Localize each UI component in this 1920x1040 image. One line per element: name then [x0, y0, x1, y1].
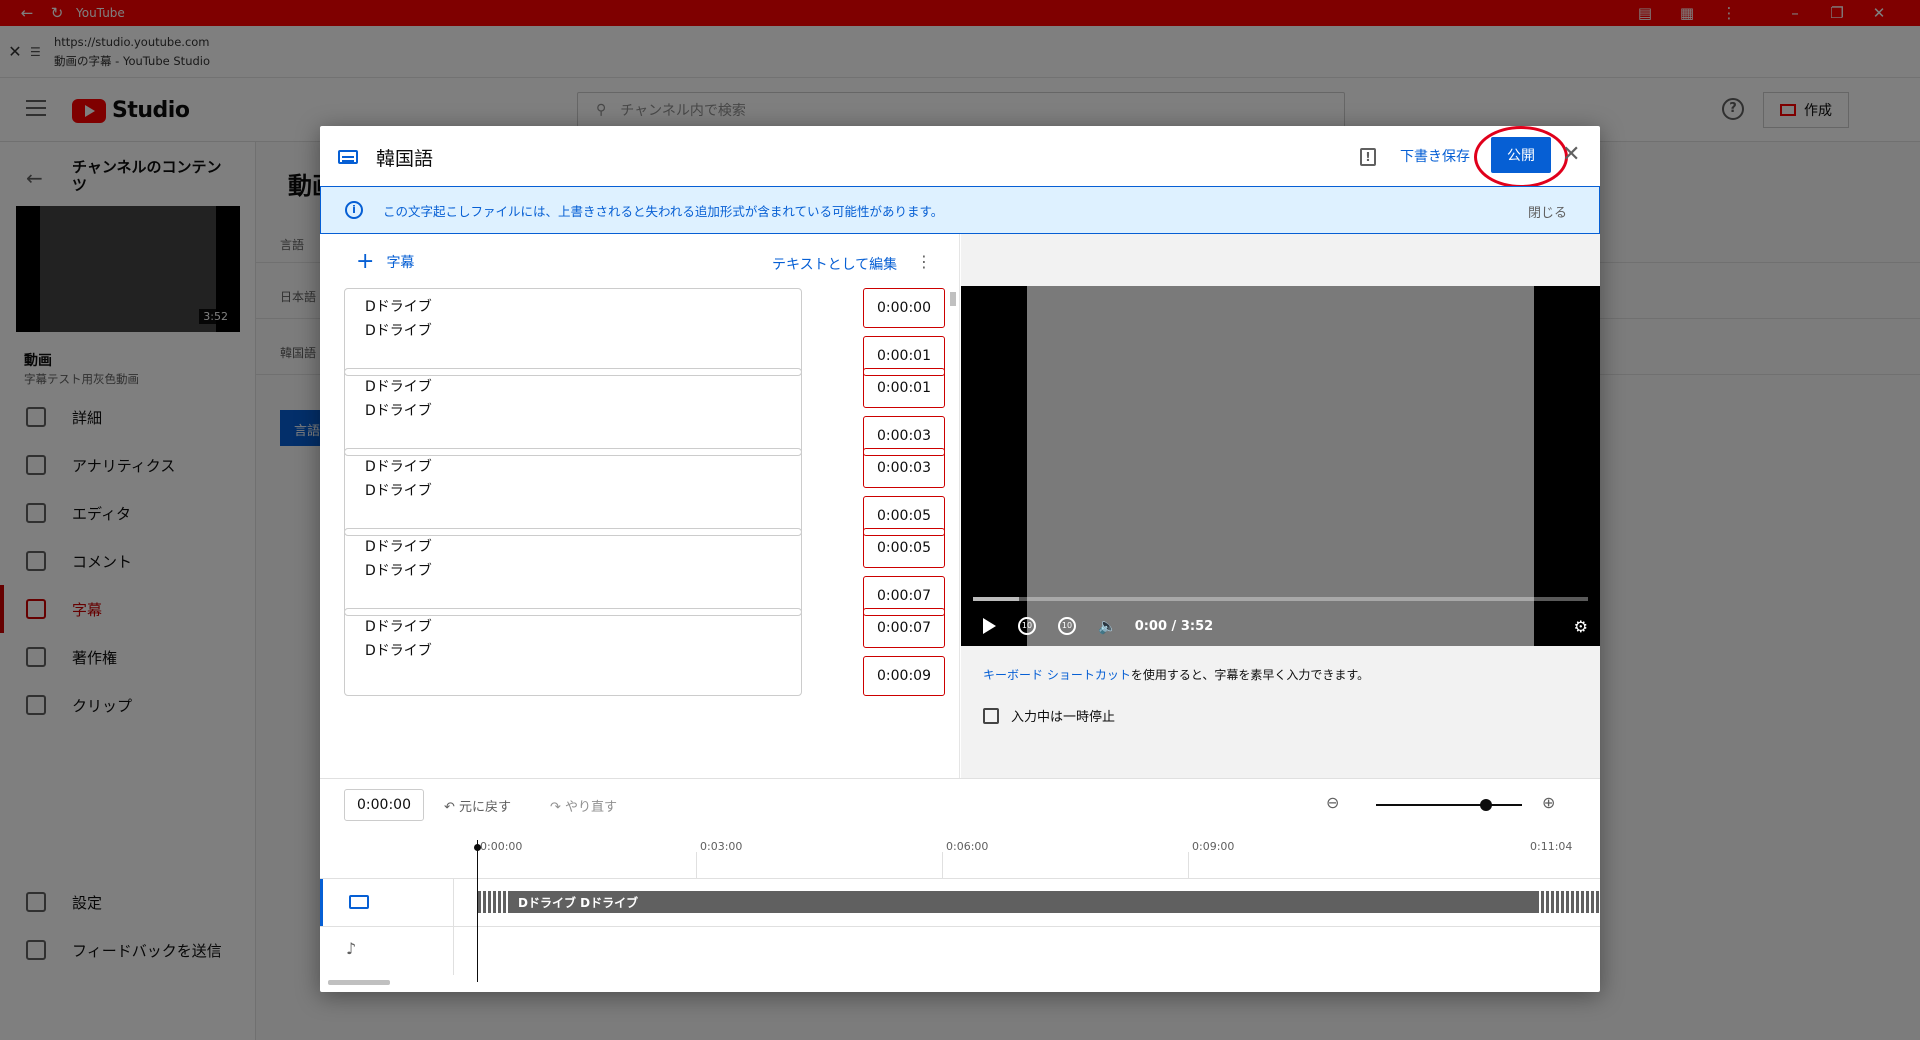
caption-list: Dドライブ Dドライブ 0:00:00 0:00:01 Dドライブ Dドライブ …: [320, 286, 960, 778]
timeline-scrollbar[interactable]: [328, 980, 390, 985]
player-controls: 10 10 🔈 0:00 / 3:52 ⚙: [961, 608, 1600, 644]
caption-start-time[interactable]: 0:00:07: [863, 608, 945, 648]
caption-start-time[interactable]: 0:00:05: [863, 528, 945, 568]
gear-icon[interactable]: ⚙: [1574, 617, 1588, 636]
dialog-header: 韓国語 ! 下書き保存 公開 ✕: [320, 126, 1600, 188]
zoom-slider-handle[interactable]: [1480, 799, 1492, 811]
edit-as-text-button[interactable]: テキストとして編集: [772, 254, 897, 274]
volume-icon[interactable]: 🔈: [1098, 617, 1117, 635]
caption-list-scrollbar[interactable]: [950, 292, 956, 772]
caption-text-input[interactable]: Dドライブ Dドライブ: [344, 528, 802, 616]
subtitles-icon: [338, 150, 358, 164]
ruler-tick-label: 0:00:00: [480, 840, 523, 853]
info-icon: i: [345, 201, 363, 219]
caption-segments: [1536, 891, 1600, 913]
undo-label: 元に戻す: [459, 800, 512, 815]
zoom-slider[interactable]: [1376, 804, 1522, 806]
caption-end-time[interactable]: 0:00:09: [863, 656, 945, 696]
timeline-playhead[interactable]: [477, 840, 478, 982]
banner-text: この文字起こしファイルには、上書きされると失われる追加形式が含まれている可能性が…: [383, 203, 944, 219]
audio-track: ♪: [320, 926, 1600, 975]
ruler-tick: [1188, 852, 1189, 878]
ruler-tick-label: 0:11:04: [1530, 840, 1573, 853]
redo-button[interactable]: ↷ やり直す: [550, 796, 617, 815]
caption-editor-panel: + 字幕 テキストとして編集 ⋮ Dドライブ Dドライブ 0:00:00 0:0…: [320, 234, 960, 778]
subtitles-icon: [349, 895, 369, 909]
add-caption-label: 字幕: [386, 255, 415, 271]
progress-played: [973, 597, 1020, 601]
pause-checkbox[interactable]: [983, 707, 999, 724]
caption-start-time[interactable]: 0:00:00: [863, 288, 945, 328]
keyboard-shortcut-link[interactable]: キーボード ショートカット: [983, 668, 1131, 682]
track-caption-text: Dドライブ Dドライブ: [518, 896, 639, 910]
banner-close-button[interactable]: 閉じる: [1528, 202, 1567, 221]
ruler-tick: [696, 852, 697, 878]
save-draft-button[interactable]: 下書き保存: [1400, 146, 1470, 166]
highlight-annotation-circle: [1474, 126, 1568, 188]
video-frame: [1027, 286, 1534, 646]
close-icon[interactable]: ✕: [1562, 142, 1580, 167]
ruler-tick-label: 0:03:00: [700, 840, 743, 853]
preview-panel: 10 10 🔈 0:00 / 3:52 ⚙ キーボード ショートカットを使用する…: [961, 234, 1600, 778]
zoom-out-icon[interactable]: ⊖: [1326, 793, 1339, 812]
more-vert-icon[interactable]: ⋮: [916, 252, 932, 271]
pause-while-typing[interactable]: 入力中は一時停止: [983, 706, 1115, 725]
playhead-handle[interactable]: [474, 844, 481, 851]
ruler-tick: [942, 852, 943, 878]
forward-10-icon[interactable]: 10: [1058, 617, 1076, 635]
caption-text-input[interactable]: Dドライブ Dドライブ: [344, 448, 802, 536]
timeline-toolbar: 0:00:00 ↶ 元に戻す ↷ やり直す ⊖ ⊕: [320, 778, 1600, 830]
dialog-title: 韓国語: [376, 148, 434, 170]
report-icon[interactable]: !: [1360, 148, 1376, 166]
ruler-tick-label: 0:09:00: [1192, 840, 1235, 853]
subtitle-editor-dialog: 韓国語 ! 下書き保存 公開 ✕ i この文字起こしファイルには、上書きされると…: [320, 126, 1600, 992]
caption-row: Dドライブ Dドライブ 0:00:07 0:00:09: [344, 608, 945, 706]
timeline-ruler: 0:00:00 0:03:00 0:06:00 0:09:00 0:11:04: [320, 830, 1600, 878]
video-player[interactable]: 10 10 🔈 0:00 / 3:52 ⚙: [961, 286, 1600, 646]
subtitle-track: Dドライブ Dドライブ: [320, 878, 1600, 927]
undo-button[interactable]: ↶ 元に戻す: [444, 796, 511, 815]
info-banner: i この文字起こしファイルには、上書きされると失われる追加形式が含まれている可能…: [320, 186, 1600, 234]
plus-icon: +: [356, 249, 375, 274]
caption-text-input[interactable]: Dドライブ Dドライブ: [344, 608, 802, 696]
track-header: [320, 879, 454, 927]
player-time: 0:00 / 3:52: [1134, 618, 1214, 634]
video-progress-bar[interactable]: [973, 597, 1588, 601]
ruler-tick-label: 0:06:00: [946, 840, 989, 853]
pause-label: 入力中は一時停止: [1011, 710, 1116, 725]
play-icon[interactable]: [983, 618, 996, 634]
zoom-in-icon[interactable]: ⊕: [1542, 793, 1555, 812]
caption-start-time[interactable]: 0:00:03: [863, 448, 945, 488]
add-caption-button[interactable]: + 字幕: [356, 249, 415, 274]
rewind-10-icon[interactable]: 10: [1018, 617, 1036, 635]
shortcut-hint-text: を使用すると、字幕を素早く入力できます。: [1130, 668, 1370, 682]
subtitle-track-strip[interactable]: Dドライブ Dドライブ: [478, 891, 1600, 913]
redo-label: やり直す: [565, 800, 618, 815]
caption-segments: [478, 891, 510, 913]
caption-start-time[interactable]: 0:00:01: [863, 368, 945, 408]
music-note-icon: ♪: [346, 939, 357, 958]
caption-text-input[interactable]: Dドライブ Dドライブ: [344, 368, 802, 456]
current-time-input[interactable]: 0:00:00: [344, 789, 424, 821]
caption-text-input[interactable]: Dドライブ Dドライブ: [344, 288, 802, 376]
shortcut-hint: キーボード ショートカットを使用すると、字幕を素早く入力できます。: [983, 666, 1369, 683]
track-header: ♪: [320, 927, 454, 975]
